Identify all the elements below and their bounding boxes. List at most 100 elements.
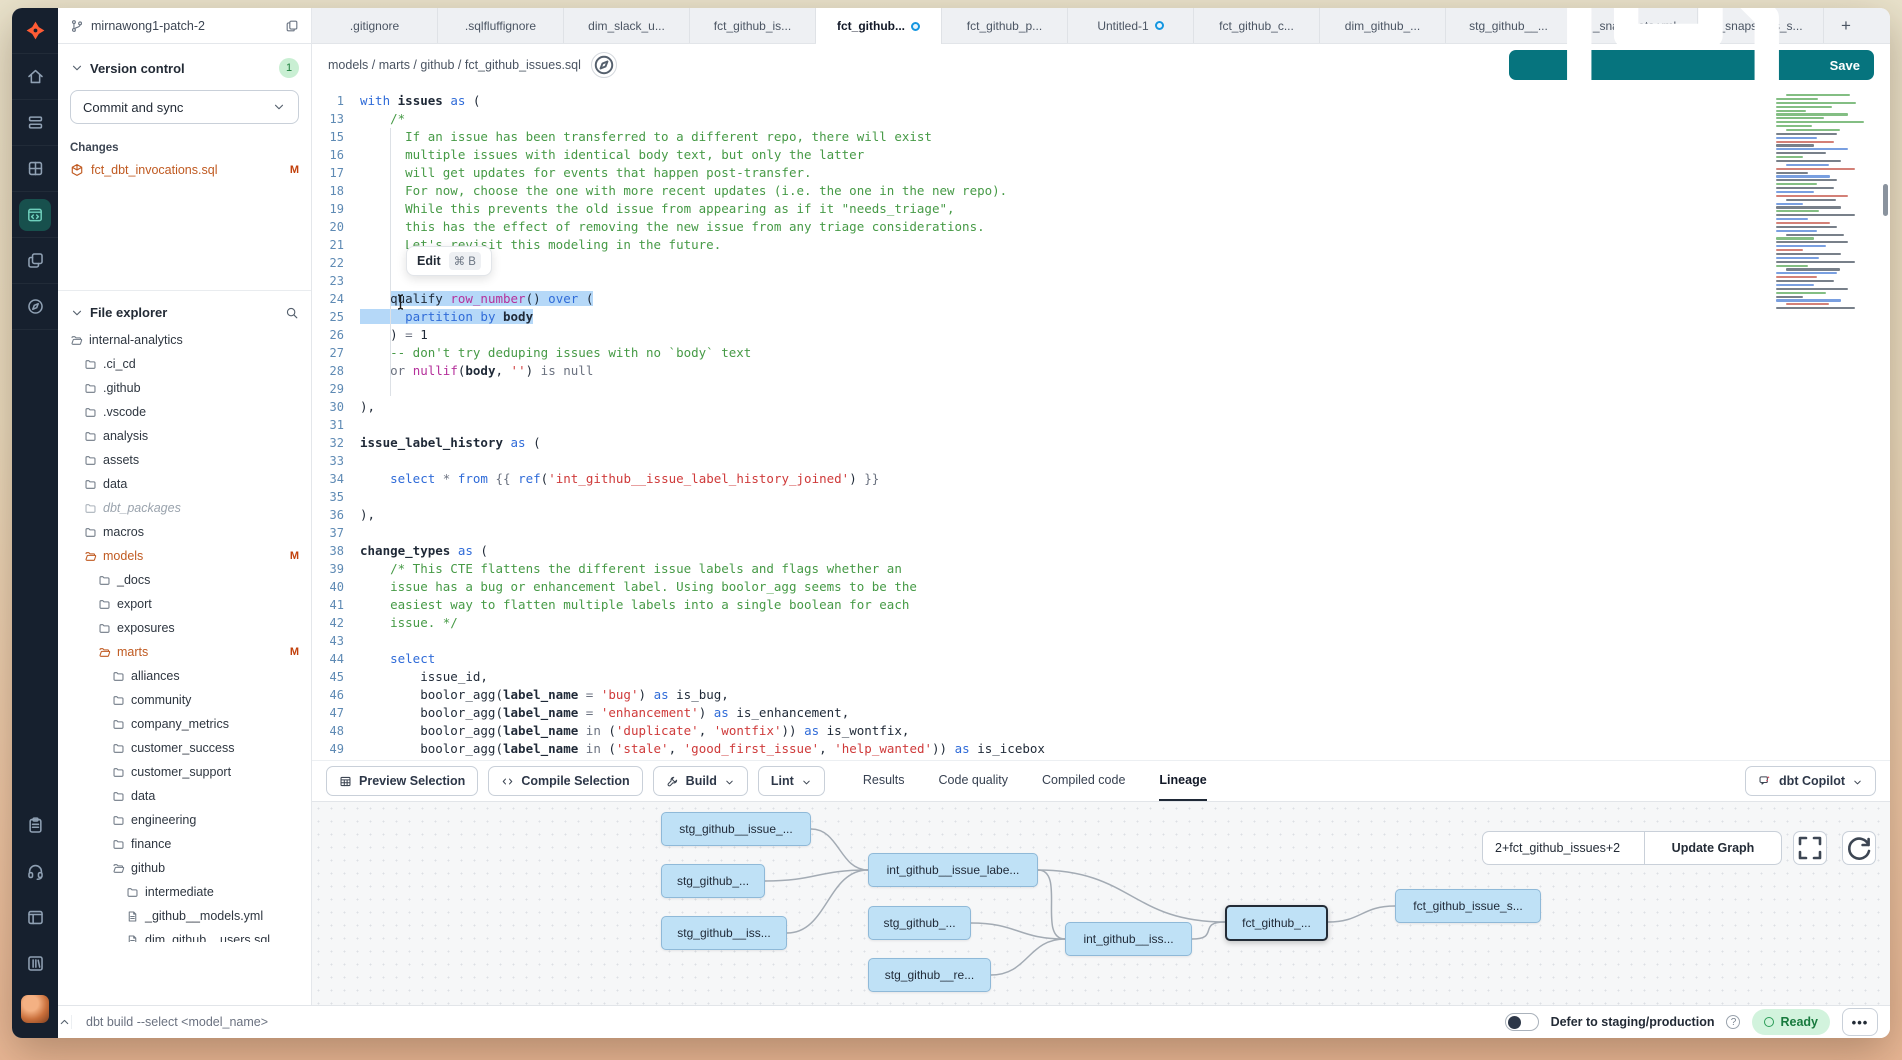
help-icon[interactable]: ? (1726, 1015, 1740, 1029)
build-button[interactable]: Build (653, 766, 748, 796)
compile-selection-button[interactable]: Compile Selection (488, 766, 642, 796)
tree-item-internal-analytics[interactable]: internal-analytics (58, 328, 311, 352)
editor-scrollbar-thumb[interactable] (1883, 184, 1888, 216)
tree-item-models[interactable]: modelsM (58, 544, 311, 568)
panel-tab-code-quality[interactable]: Code quality (939, 761, 1009, 801)
tree-item-.ci_cd[interactable]: .ci_cd (58, 352, 311, 376)
code-line-27[interactable]: 27 -- don't try deduping issues with no … (312, 344, 1890, 362)
tree-item-assets[interactable]: assets (58, 448, 311, 472)
defer-toggle[interactable] (1505, 1013, 1539, 1031)
code-line-41[interactable]: 41 easiest way to flatten multiple label… (312, 596, 1890, 614)
tree-item-intermediate[interactable]: intermediate (58, 880, 311, 904)
lineage-node-int_github__issue_labe[interactable]: int_github__issue_labe... (868, 853, 1038, 887)
dbt-logo-icon[interactable] (12, 8, 58, 54)
code-line-29[interactable]: 29 (312, 380, 1890, 398)
lint-button[interactable]: Lint (758, 766, 825, 796)
commit-and-sync-dropdown[interactable]: Commit and sync (70, 90, 299, 124)
tab-fct_github_is...[interactable]: fct_github_is... (690, 8, 816, 43)
code-line-1[interactable]: 1with issues as ( (312, 92, 1890, 110)
expand-command-bar-button[interactable] (58, 1015, 72, 1029)
code-line-32[interactable]: 32issue_label_history as ( (312, 434, 1890, 452)
panel-tab-compiled-code[interactable]: Compiled code (1042, 761, 1125, 801)
code-editor-active-icon[interactable] (19, 199, 51, 231)
dbt-copilot-button[interactable]: dbt Copilot (1745, 766, 1876, 796)
code-line-37[interactable]: 37 (312, 524, 1890, 542)
code-line-23[interactable]: 23 (312, 272, 1890, 290)
code-line-31[interactable]: 31 (312, 416, 1890, 434)
code-line-45[interactable]: 45 issue_id, (312, 668, 1890, 686)
user-avatar[interactable] (12, 986, 58, 1032)
copy-branch-icon[interactable] (285, 19, 299, 33)
search-icon[interactable] (285, 306, 299, 320)
tab-fct_github_p...[interactable]: fct_github_p... (942, 8, 1068, 43)
code-line-35[interactable]: 35 (312, 488, 1890, 506)
panel-tab-results[interactable]: Results (863, 761, 905, 801)
update-graph-button[interactable]: Update Graph (1645, 831, 1782, 865)
copy-windows-icon[interactable] (12, 238, 58, 284)
tree-item-alliances[interactable]: alliances (58, 664, 311, 688)
headset-icon[interactable] (12, 848, 58, 894)
layout-icon[interactable] (12, 894, 58, 940)
tree-item-community[interactable]: community (58, 688, 311, 712)
code-line-28[interactable]: 28 or nullif(body, '') is null (312, 362, 1890, 380)
lineage-node-stg_github_[interactable]: stg_github_... (661, 864, 765, 898)
code-line-19[interactable]: 19 While this prevents the old issue fro… (312, 200, 1890, 218)
tab-fct_github_c...[interactable]: fct_github_c... (1194, 8, 1320, 43)
tab-fct_github...[interactable]: fct_github... (816, 8, 942, 44)
code-line-24[interactable]: 24 qualify row_number() over ( (312, 290, 1890, 308)
code-line-46[interactable]: 46 boolor_agg(label_name = 'bug') as is_… (312, 686, 1890, 704)
tree-item-.github[interactable]: .github (58, 376, 311, 400)
code-line-43[interactable]: 43 (312, 632, 1890, 650)
edit-tooltip[interactable]: Edit ⌘ B (406, 246, 492, 276)
tree-item-data[interactable]: data (58, 784, 311, 808)
tree-item-export[interactable]: export (58, 592, 311, 616)
tab-dim_github_...[interactable]: dim_github_... (1320, 8, 1446, 43)
lineage-node-stg_github_[interactable]: stg_github_... (868, 906, 971, 940)
code-line-25[interactable]: 25 partition by body (312, 308, 1890, 326)
lineage-node-stg_github__iss[interactable]: stg_github__iss... (661, 916, 787, 950)
tree-item-data[interactable]: data (58, 472, 311, 496)
lineage-node-stg_github__re[interactable]: stg_github__re... (868, 958, 991, 992)
new-tab-button[interactable]: + (1824, 8, 1868, 43)
tree-item-_github__models.yml[interactable]: _github__models.yml (58, 904, 311, 928)
open-lineage-compass-button[interactable] (591, 52, 617, 78)
code-line-17[interactable]: 17 will get updates for events that happ… (312, 164, 1890, 182)
code-line-49[interactable]: 49 boolor_agg(label_name in ('stale', 'g… (312, 740, 1890, 758)
clipboard-icon[interactable] (12, 802, 58, 848)
tab-Untitled-1[interactable]: Untitled-1 (1068, 8, 1194, 43)
tree-item-.vscode[interactable]: .vscode (58, 400, 311, 424)
code-line-36[interactable]: 36), (312, 506, 1890, 524)
code-line-22[interactable]: 22 (312, 254, 1890, 272)
code-line-16[interactable]: 16 multiple issues with identical body t… (312, 146, 1890, 164)
code-line-40[interactable]: 40 issue has a bug or enhancement label.… (312, 578, 1890, 596)
lineage-node-fct_github_[interactable]: fct_github_... (1225, 905, 1328, 941)
code-line-26[interactable]: 26 ) = 1 (312, 326, 1890, 344)
library-icon[interactable] (12, 940, 58, 986)
code-line-38[interactable]: 38change_types as ( (312, 542, 1890, 560)
tree-item-dbt_packages[interactable]: dbt_packages (58, 496, 311, 520)
tree-item-engineering[interactable]: engineering (58, 808, 311, 832)
fullscreen-button[interactable] (1793, 831, 1827, 865)
lineage-filter-input[interactable]: 2+fct_github_issues+2 (1482, 831, 1645, 865)
grid-icon[interactable] (12, 146, 58, 192)
panel-tab-lineage[interactable]: Lineage (1159, 761, 1206, 801)
tree-item-_docs[interactable]: _docs (58, 568, 311, 592)
tab-dim_slack_u...[interactable]: dim_slack_u... (564, 8, 690, 43)
tree-item-exposures[interactable]: exposures (58, 616, 311, 640)
lineage-node-fct_github_issue_s[interactable]: fct_github_issue_s... (1395, 889, 1541, 923)
tab-.gitignore[interactable]: .gitignore (312, 8, 438, 43)
code-line-47[interactable]: 47 boolor_agg(label_name = 'enhancement'… (312, 704, 1890, 722)
tree-item-finance[interactable]: finance (58, 832, 311, 856)
code-line-34[interactable]: 34 select * from {{ ref('int_github__iss… (312, 470, 1890, 488)
code-line-33[interactable]: 33 (312, 452, 1890, 470)
more-options-button[interactable]: ••• (1842, 1008, 1878, 1036)
code-editor[interactable]: 1with issues as (13 /*15 If an issue has… (312, 86, 1890, 760)
code-line-20[interactable]: 20 this has the effect of removing the n… (312, 218, 1890, 236)
save-button[interactable]: Save (1509, 50, 1874, 80)
tree-item-dim_github__users.sql[interactable]: dim_github__users.sql (58, 928, 311, 942)
home-icon[interactable] (12, 54, 58, 100)
code-line-13[interactable]: 13 /* (312, 110, 1890, 128)
dbt-command-input[interactable]: dbt build --select <model_name> (86, 1015, 268, 1029)
compass-icon[interactable] (12, 284, 58, 330)
tree-item-customer_support[interactable]: customer_support (58, 760, 311, 784)
